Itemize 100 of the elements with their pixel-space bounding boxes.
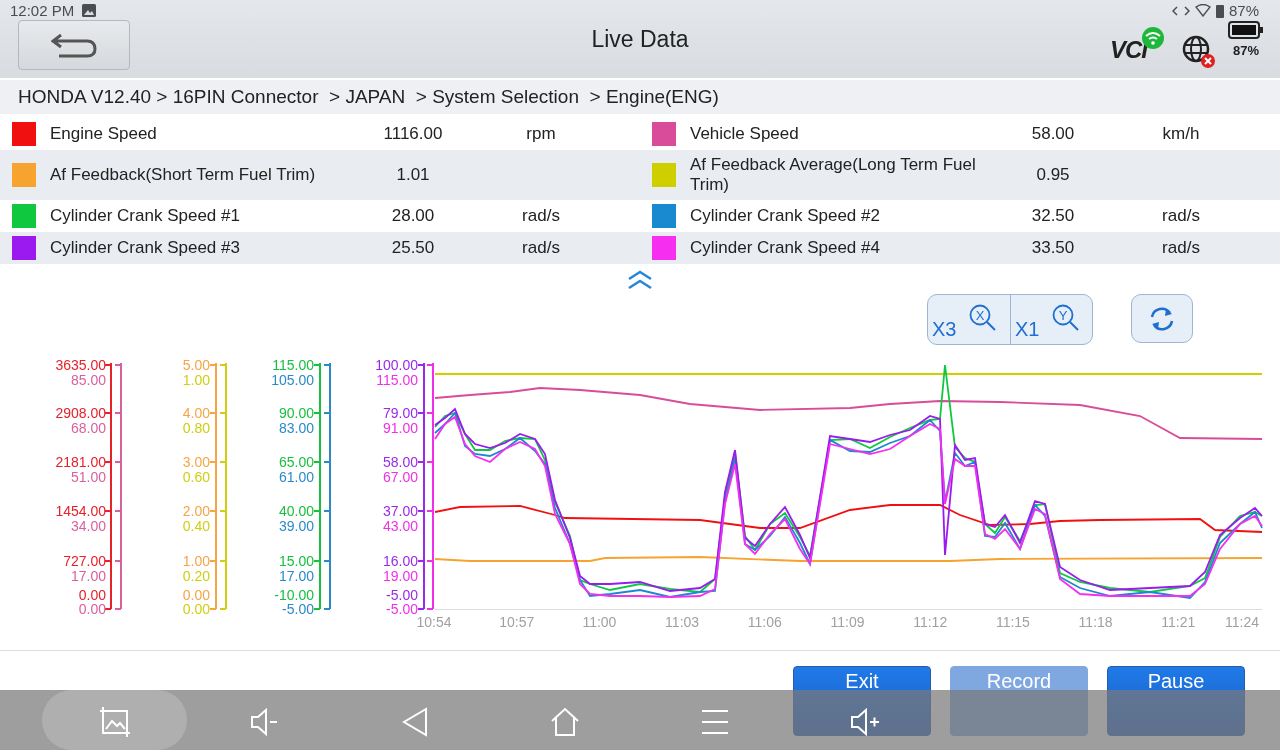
zoom-button[interactable]: X1 Y [1010, 295, 1092, 344]
parameter-name: Cylinder Crank Speed #3 [50, 238, 241, 258]
image-icon [82, 4, 97, 17]
axis-label: 3.00 [182, 454, 210, 470]
axis-label: 67.00 [382, 469, 418, 485]
axis-label: 85.00 [70, 372, 106, 388]
axis-label: 11:15 [995, 614, 1030, 630]
breadcrumb-path: HONDA V12.40 > 16PIN Connector > JAPAN > System Selection > Engine(ENG) [18, 86, 719, 107]
axis-label: 79.00 [382, 405, 418, 421]
axis-label: 17.00 [70, 568, 106, 584]
axis-label: 11:24 [1225, 614, 1259, 630]
parameter-unit: rpm [525, 123, 557, 144]
axis-label: 2181.00 [55, 454, 106, 470]
axis-label: 4.00 [182, 405, 210, 421]
axis-label: -5.00 [386, 587, 418, 603]
axis-label: 43.00 [382, 518, 418, 534]
axis-label: 0.80 [182, 420, 210, 436]
parameter-value: 32.50 [1030, 206, 1076, 226]
battery-icon [1216, 3, 1224, 18]
collapse-chevron-icon[interactable] [627, 270, 653, 290]
refresh-button[interactable] [1131, 294, 1193, 343]
battery-percent: 87% [1233, 43, 1259, 58]
status-time: 12:02 PM [10, 2, 75, 19]
axis-label: 68.00 [70, 420, 106, 436]
axis-label: 65.00 [278, 454, 314, 470]
volume-up-icon[interactable] [848, 705, 882, 739]
globe-error-icon [1181, 34, 1217, 70]
axis-label: 15.00 [278, 553, 314, 569]
axis-label: 115.00 [272, 357, 314, 373]
axis-label: 51.00 [70, 469, 106, 485]
axis-label: 37.00 [382, 503, 418, 519]
axis-label: 0.60 [182, 469, 210, 485]
parameter-unit: km/h [1161, 123, 1201, 144]
axis-label: 91.00 [382, 420, 418, 436]
status-battery: 87% [1229, 2, 1260, 19]
axis-label: 0.00 [182, 601, 210, 617]
back-button[interactable] [18, 20, 130, 70]
parameter-value: 33.50 [1030, 238, 1076, 258]
axis-label: -5.00 [282, 601, 314, 617]
axis-label: 1.00 [182, 372, 210, 388]
axis-label: 0.00 [78, 587, 106, 603]
axis-label: 11:21 [1161, 614, 1196, 630]
axis-label: 10:54 [416, 614, 452, 630]
axis-label: 0.20 [182, 568, 210, 584]
axis-label: 0.00 [182, 587, 210, 603]
axis-label: 11:09 [830, 614, 865, 630]
axis-label: 1454.00 [55, 503, 106, 519]
axis-label: 11:03 [665, 614, 700, 630]
axis-label: 11:00 [582, 614, 617, 630]
axis-label: 11:06 [747, 614, 782, 630]
axis-label: 90.00 [278, 405, 314, 421]
vci-logo: VCI [1110, 36, 1147, 64]
axis-label: 19.00 [382, 568, 418, 584]
axis-label: 1.00 [182, 553, 210, 569]
axis-label: 40.00 [278, 503, 314, 519]
parameter-unit: rad/s [1161, 238, 1201, 258]
parameter-value: 28.00 [390, 206, 436, 226]
axis-label: -10.00 [274, 587, 314, 603]
axis-label: 5.00 [182, 357, 210, 373]
parameter-value: 1.01 [395, 165, 431, 185]
axis-label: 61.00 [278, 469, 314, 485]
axis-label: 11:18 [1078, 614, 1113, 630]
axis-label: 727.00 [63, 553, 106, 569]
parameter-name: Cylinder Crank Speed #2 [690, 206, 881, 226]
parameter-name: Cylinder Crank Speed #4 [690, 238, 881, 258]
parameter-value: 58.00 [1030, 123, 1076, 144]
axis-label: 0.00 [78, 601, 106, 617]
axis-label: 115.00 [376, 372, 418, 388]
parameter-unit: rad/s [521, 206, 561, 226]
code-icon [1172, 4, 1190, 17]
axis-label: 83.00 [278, 420, 314, 436]
zoom-button[interactable]: X3 X [928, 295, 1010, 344]
axis-label: 2908.00 [55, 405, 106, 421]
axis-label: 58.00 [382, 454, 418, 470]
axis-label: 34.00 [70, 518, 106, 534]
axis-label: 100.00 [375, 357, 418, 373]
axis-label: 105.00 [271, 372, 314, 388]
page-title: Live Data [591, 26, 689, 52]
axis-label: 16.00 [382, 553, 418, 569]
parameter-value: 1116.00 [382, 123, 444, 144]
axis-label: 2.00 [182, 503, 210, 519]
parameter-name: Cylinder Crank Speed #1 [50, 206, 241, 226]
back-arrow-icon [51, 31, 97, 59]
parameter-name: Engine Speed [50, 123, 158, 144]
axis-label: 39.00 [278, 518, 314, 534]
parameter-unit: rad/s [521, 238, 561, 258]
wifi-icon [1195, 4, 1211, 17]
axis-label: 17.00 [278, 568, 314, 584]
axis-label: 0.40 [182, 518, 210, 534]
parameter-name: Af Feedback Average(Long Term Fuel Trim) [690, 155, 977, 195]
parameter-unit: rad/s [1161, 206, 1201, 226]
parameter-name: Af Feedback(Short Term Fuel Trim) [50, 165, 317, 185]
refresh-icon [1148, 304, 1176, 333]
parameter-value: 25.50 [390, 238, 436, 258]
axis-label: -5.00 [386, 601, 418, 617]
parameter-name: Vehicle Speed [690, 123, 800, 144]
battery-icon [1228, 20, 1264, 40]
axis-label: 11:12 [913, 614, 948, 630]
screenshot-icon[interactable] [98, 705, 132, 739]
axis-label: 10:57 [499, 614, 535, 630]
